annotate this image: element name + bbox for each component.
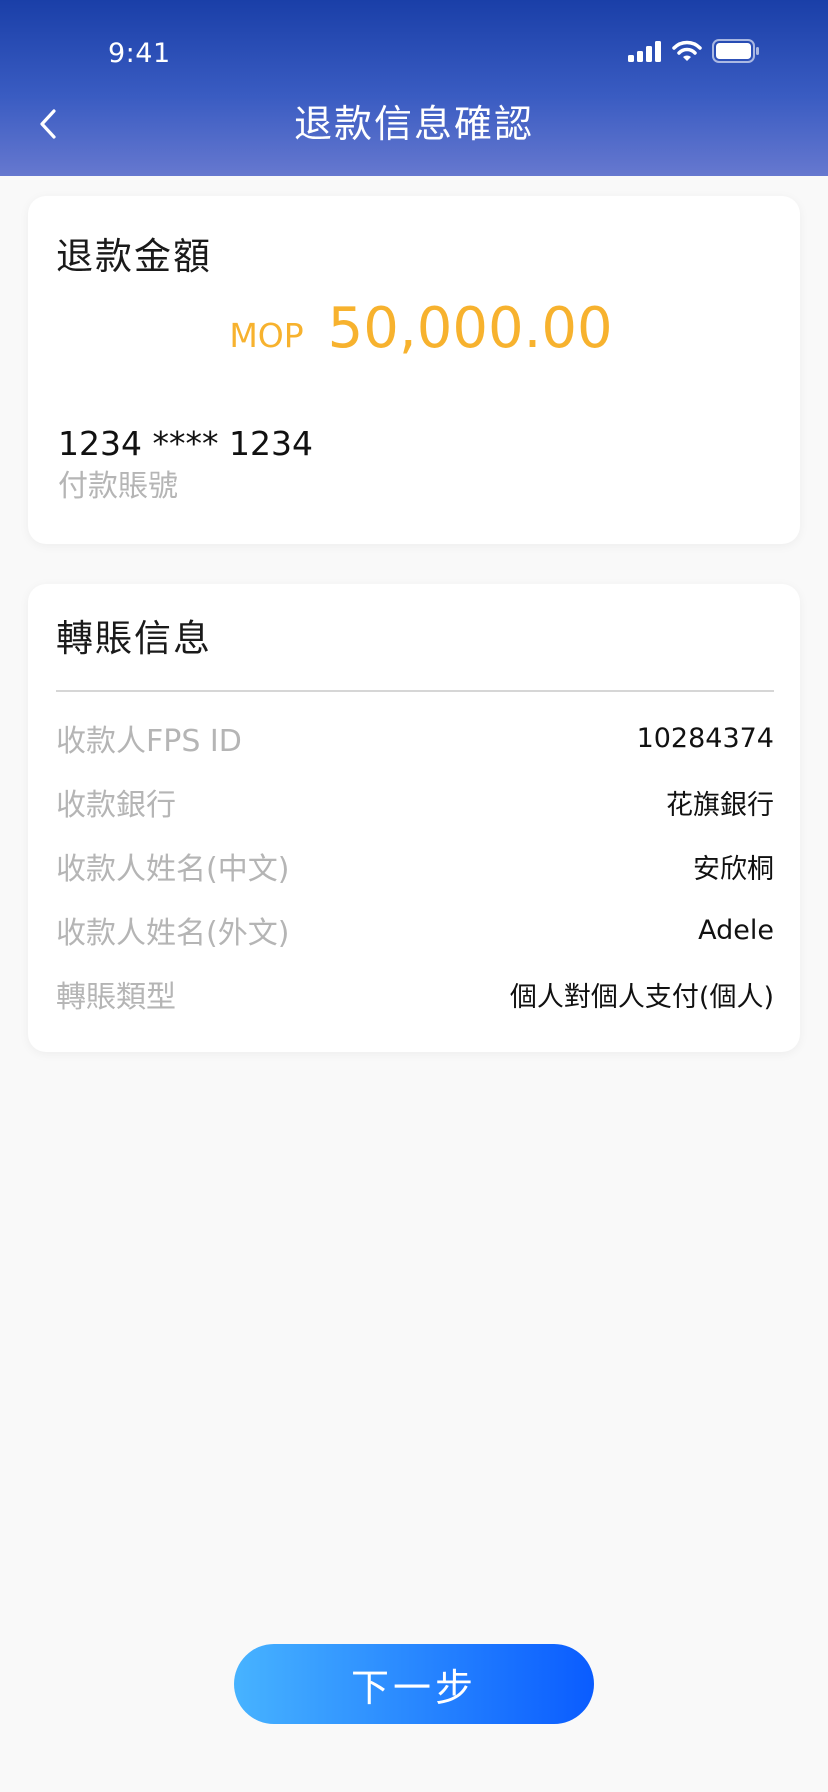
detail-value: 安欣桐 <box>693 853 774 885</box>
detail-row-name-chinese: 收款人姓名(中文) 安欣桐 <box>56 834 774 898</box>
detail-value: 個人對個人支付(個人) <box>509 981 774 1013</box>
transfer-detail-list: 收款人FPS ID 10284374 收款銀行 花旗銀行 收款人姓名(中文) 安… <box>56 706 774 1026</box>
detail-row-bank: 收款銀行 花旗銀行 <box>56 770 774 834</box>
detail-row-name-foreign: 收款人姓名(外文) Adele <box>56 898 774 962</box>
detail-label: 收款銀行 <box>56 788 176 823</box>
transfer-card-title: 轉賬信息 <box>56 617 212 660</box>
refund-amount-card: 退款金額 MOP 50,000.00 1234 **** 1234 付款賬號 <box>28 196 800 544</box>
status-time: 9:41 <box>108 38 171 69</box>
divider <box>56 690 774 692</box>
transfer-info-card: 轉賬信息 收款人FPS ID 10284374 收款銀行 花旗銀行 收款人姓名(… <box>28 584 800 1052</box>
detail-label: 收款人姓名(外文) <box>56 916 290 951</box>
detail-row-fps-id: 收款人FPS ID 10284374 <box>56 706 774 770</box>
detail-value: 10284374 <box>636 722 774 754</box>
detail-value: Adele <box>698 914 774 946</box>
next-step-button[interactable]: 下一步 <box>234 1644 594 1724</box>
wifi-icon <box>672 40 702 61</box>
detail-label: 收款人姓名(中文) <box>56 852 290 887</box>
amount-currency: MOP <box>229 316 304 355</box>
detail-label: 轉賬類型 <box>56 980 176 1015</box>
signal-icon <box>628 41 661 62</box>
app-header: 9:41 退款信息確認 <box>0 0 828 176</box>
refund-amount: MOP 50,000.00 <box>28 296 800 362</box>
payment-account-label: 付款賬號 <box>58 469 178 504</box>
detail-label: 收款人FPS ID <box>56 724 242 759</box>
detail-value: 花旗銀行 <box>666 789 774 821</box>
amount-value: 50,000.00 <box>327 296 613 361</box>
page-title: 退款信息確認 <box>293 102 534 146</box>
status-icons <box>628 38 760 64</box>
refund-card-title: 退款金額 <box>56 235 212 278</box>
detail-row-transfer-type: 轉賬類型 個人對個人支付(個人) <box>56 962 774 1026</box>
battery-icon <box>712 39 759 63</box>
payment-account-number: 1234 **** 1234 <box>58 424 313 463</box>
